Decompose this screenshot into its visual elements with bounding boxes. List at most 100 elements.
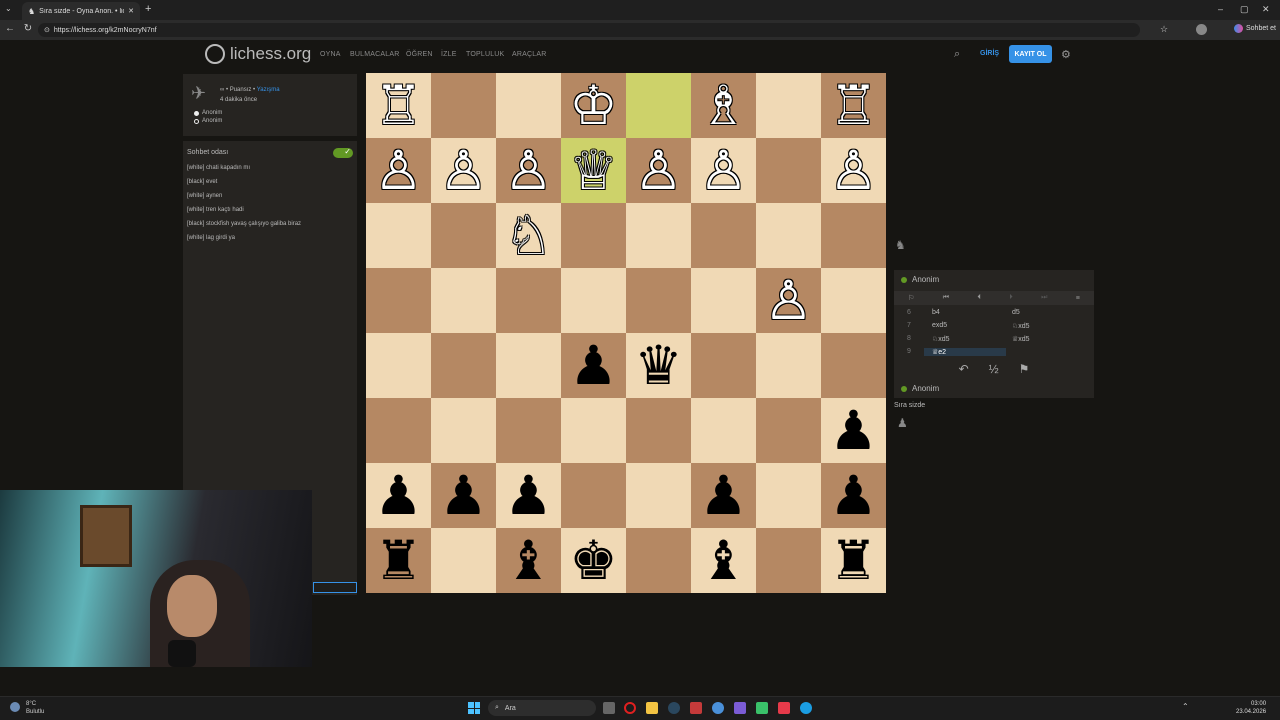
system-clock[interactable]: 03:00 23.04.2026	[1236, 700, 1266, 716]
board-square[interactable]: ♛	[626, 333, 691, 398]
white-player-name[interactable]: Anonim	[202, 110, 222, 116]
board-square[interactable]	[691, 333, 756, 398]
board-square[interactable]: ♟	[561, 333, 626, 398]
board-square[interactable]	[626, 528, 691, 593]
board-square[interactable]	[756, 398, 821, 463]
gear-icon[interactable]: ⚙	[1061, 48, 1071, 61]
black-king-icon[interactable]: ♚	[569, 533, 617, 588]
next-move-icon[interactable]: ⏵	[1009, 294, 1013, 302]
board-square[interactable]	[431, 268, 496, 333]
board-square[interactable]	[496, 73, 561, 138]
browser-tab[interactable]: ♞ Sıra sizde - Oyna Anon. • lichess.o ✕	[22, 2, 140, 20]
white-rook-icon[interactable]: ♖	[374, 78, 422, 133]
app-red-icon[interactable]	[690, 702, 702, 714]
steam-icon[interactable]	[668, 702, 680, 714]
white-queen-icon[interactable]: ♕	[569, 143, 617, 198]
signup-button[interactable]: KAYIT OL	[1009, 45, 1052, 63]
board-square[interactable]: ♙	[431, 138, 496, 203]
board-square[interactable]	[626, 463, 691, 528]
board-square[interactable]	[431, 73, 496, 138]
taskbar-search[interactable]: ⌕ Ara	[488, 700, 596, 716]
windows-start-icon[interactable]	[468, 702, 480, 714]
black-pawn-icon[interactable]: ♟	[829, 468, 877, 523]
white-pawn-icon[interactable]: ♙	[504, 143, 552, 198]
board-square[interactable]	[431, 203, 496, 268]
white-pawn-icon[interactable]: ♙	[634, 143, 682, 198]
board-square[interactable]	[626, 268, 691, 333]
board-square[interactable]	[691, 398, 756, 463]
board-square[interactable]	[821, 203, 886, 268]
white-bishop-icon[interactable]: ♗	[699, 78, 747, 133]
nav-play[interactable]: OYNA	[320, 51, 341, 58]
board-square[interactable]	[496, 333, 561, 398]
offer-draw-icon[interactable]: ½	[989, 362, 999, 376]
copilot-button[interactable]: Sohbet et	[1234, 24, 1276, 33]
app-bolt-icon[interactable]	[778, 702, 790, 714]
chat-input[interactable]	[313, 582, 357, 593]
board-square[interactable]: ♖	[366, 73, 431, 138]
nav-puzzles[interactable]: BULMACALAR	[350, 51, 399, 58]
board-square[interactable]: ♜	[821, 528, 886, 593]
board-square[interactable]	[821, 333, 886, 398]
app-settings-icon[interactable]	[712, 702, 724, 714]
white-rook-icon[interactable]: ♖	[829, 78, 877, 133]
board-square[interactable]	[431, 333, 496, 398]
board-square[interactable]: ♜	[366, 528, 431, 593]
search-icon[interactable]: ⌕	[954, 48, 960, 61]
chess-board[interactable]: ♖ ♔ ♗ ♖ ♙ ♙ ♙ ♕ ♙ ♙ ♙ ♘ ♙ ♟ ♛ ♟ ♟ ♟ ♟ ♟ ♟ ♜ ♝ ♚ ♝ ♜	[366, 73, 886, 593]
app-purple-icon[interactable]	[734, 702, 746, 714]
board-square[interactable]	[366, 203, 431, 268]
tab-menu-icon[interactable]: ⌄	[5, 4, 12, 13]
board-square[interactable]: ♔	[561, 73, 626, 138]
board-square[interactable]: ♙	[626, 138, 691, 203]
site-info-icon[interactable]: ⊙	[44, 26, 50, 34]
white-move[interactable]: ♘xd5	[924, 335, 1006, 343]
black-move[interactable]: ♘xd5	[1006, 322, 1090, 330]
board-square[interactable]: ♟	[431, 463, 496, 528]
black-queen-icon[interactable]: ♛	[634, 338, 682, 393]
white-pawn-icon[interactable]: ♙	[764, 273, 812, 328]
board-square[interactable]	[756, 333, 821, 398]
new-tab-button[interactable]: +	[145, 3, 151, 15]
resign-flag-icon[interactable]: ⚑	[1019, 362, 1030, 376]
takeback-icon[interactable]: ↶	[959, 362, 969, 376]
board-square[interactable]	[626, 73, 691, 138]
app-green-icon[interactable]	[756, 702, 768, 714]
board-square[interactable]: ♟	[821, 463, 886, 528]
board-square[interactable]: ♟	[366, 463, 431, 528]
board-square[interactable]	[756, 463, 821, 528]
board-square[interactable]	[431, 528, 496, 593]
white-move[interactable]: b4	[924, 309, 1006, 316]
board-square[interactable]	[756, 203, 821, 268]
flip-board-icon[interactable]: ⚐	[908, 294, 914, 302]
correspondence-link[interactable]: Yazışma	[257, 87, 280, 93]
site-logo[interactable]: lichess.org	[205, 44, 311, 64]
board-square[interactable]	[821, 268, 886, 333]
black-player-name[interactable]: Anonim	[202, 118, 222, 124]
last-move-icon[interactable]: ⏭	[1041, 294, 1047, 302]
board-square[interactable]: ♙	[821, 138, 886, 203]
board-square[interactable]	[561, 268, 626, 333]
black-pawn-icon[interactable]: ♟	[504, 468, 552, 523]
board-square[interactable]	[366, 268, 431, 333]
menu-icon[interactable]: ≡	[1076, 295, 1080, 302]
white-knight-icon[interactable]: ♘	[504, 208, 552, 263]
black-pawn-icon[interactable]: ♟	[569, 338, 617, 393]
nav-watch[interactable]: İZLE	[441, 51, 457, 58]
board-square[interactable]	[496, 398, 561, 463]
prev-move-icon[interactable]: ⏴	[977, 294, 981, 302]
black-pawn-icon[interactable]: ♟	[374, 468, 422, 523]
board-square[interactable]	[691, 203, 756, 268]
nav-tools[interactable]: ARAÇLAR	[512, 51, 546, 58]
black-pawn-icon[interactable]: ♟	[439, 468, 487, 523]
login-link[interactable]: GİRİŞ	[980, 50, 999, 57]
task-view-icon[interactable]	[603, 702, 615, 714]
white-pawn-icon[interactable]: ♙	[699, 143, 747, 198]
board-square[interactable]	[496, 268, 561, 333]
board-square[interactable]: ♙	[691, 138, 756, 203]
bottom-player-name[interactable]: Anonim	[912, 384, 939, 393]
board-square[interactable]	[366, 398, 431, 463]
board-square[interactable]: ♝	[496, 528, 561, 593]
white-pawn-icon[interactable]: ♙	[829, 143, 877, 198]
nav-community[interactable]: TOPLULUK	[466, 51, 504, 58]
